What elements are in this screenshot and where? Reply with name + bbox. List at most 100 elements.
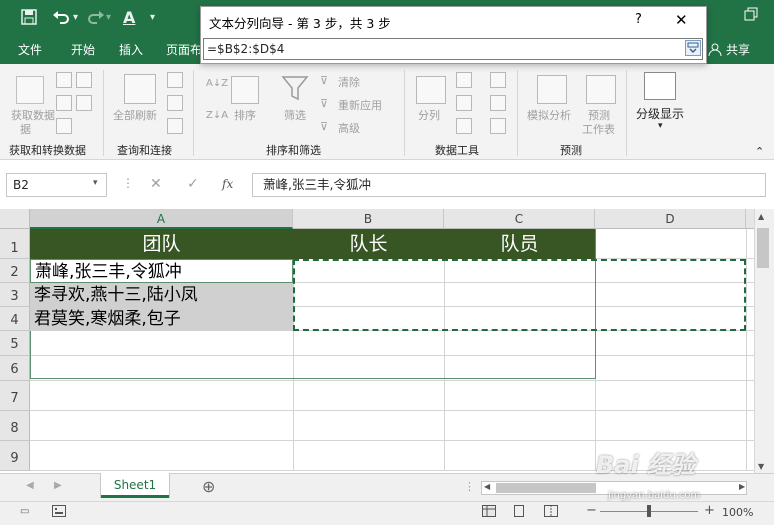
remove-duplicates-icon[interactable]	[456, 95, 472, 111]
queries-connections-icon[interactable]	[167, 72, 183, 88]
advanced-filter-icon[interactable]: ⊽	[320, 120, 328, 133]
clear-filter-icon[interactable]: ⊽	[320, 74, 328, 87]
share-icon[interactable]	[708, 42, 722, 60]
row-header-4[interactable]: 4	[0, 307, 30, 331]
horizontal-scroll-thumb[interactable]	[496, 483, 596, 493]
share-button[interactable]: 共享	[726, 42, 750, 58]
edit-links-icon[interactable]	[167, 118, 183, 134]
sort-descending-icon[interactable]: Z↓A	[206, 110, 228, 121]
scroll-up-icon[interactable]: ▲	[758, 212, 764, 221]
collapse-ribbon-icon[interactable]: ⌃	[755, 145, 764, 158]
tab-split-handle[interactable]: ⋮	[464, 480, 475, 493]
row-header-8[interactable]: 8	[0, 411, 30, 441]
from-text-icon[interactable]	[56, 72, 72, 88]
row-header-7[interactable]: 7	[0, 381, 30, 411]
qat-customize-icon[interactable]: ▾	[150, 8, 155, 28]
undo-icon[interactable]	[52, 8, 70, 31]
what-if-analysis-icon[interactable]	[537, 75, 567, 104]
text-to-columns-icon[interactable]	[416, 76, 446, 104]
cell-b1[interactable]: 队长	[293, 229, 444, 259]
filter-button[interactable]: 筛选	[284, 107, 306, 123]
what-if-analysis-button[interactable]: 模拟分析	[527, 107, 571, 123]
close-button[interactable]: ✕	[675, 11, 688, 29]
scroll-left-icon[interactable]: ◀	[484, 482, 490, 491]
flash-fill-icon[interactable]	[456, 72, 472, 88]
clear-button[interactable]: 清除	[338, 74, 360, 90]
outline-icon[interactable]	[644, 72, 676, 100]
zoom-slider-thumb[interactable]	[647, 505, 651, 517]
save-icon[interactable]	[21, 8, 37, 31]
cell-a4[interactable]: 君莫笑,寒烟柔,包子	[30, 307, 293, 331]
text-to-columns-button[interactable]: 分列	[418, 107, 440, 123]
cell-c1[interactable]: 队员	[444, 229, 595, 259]
tab-page-layout[interactable]: 页面布	[166, 42, 202, 58]
zoom-out-button[interactable]: −	[586, 503, 597, 518]
column-header-d[interactable]: D	[595, 209, 746, 229]
column-header-e[interactable]	[746, 209, 754, 229]
refresh-all-button[interactable]: 全部刷新	[113, 107, 157, 123]
restore-window-icon[interactable]	[743, 6, 759, 27]
zoom-level[interactable]: 100%	[722, 506, 753, 519]
name-box[interactable]: B2	[6, 173, 107, 197]
cell-a1[interactable]: 团队	[30, 229, 293, 259]
reapply-icon[interactable]: ⊽	[320, 97, 328, 110]
next-sheet-icon[interactable]: ▶	[54, 480, 62, 491]
cancel-icon[interactable]: ✕	[150, 176, 162, 192]
insert-function-icon[interactable]: fx	[222, 177, 233, 191]
formula-input[interactable]: 萧峰,张三丰,令狐冲	[252, 173, 766, 197]
forecast-sheet-icon[interactable]	[586, 75, 616, 104]
scroll-thumb[interactable]	[757, 228, 769, 268]
row-header-1[interactable]: 1	[0, 229, 30, 259]
macro-recording-icon[interactable]	[52, 505, 66, 520]
existing-connections-icon[interactable]	[56, 118, 72, 134]
from-web-icon[interactable]	[76, 72, 92, 88]
manage-data-model-icon[interactable]	[490, 118, 506, 134]
scroll-right-icon[interactable]: ▶	[739, 482, 745, 491]
consolidate-icon[interactable]	[490, 72, 506, 88]
outline-button[interactable]: 分级显示	[636, 105, 684, 122]
sort-ascending-icon[interactable]: A↓Z	[206, 78, 228, 89]
undo-dropdown-icon[interactable]: ▾	[73, 8, 78, 28]
page-break-view-icon[interactable]	[544, 505, 558, 520]
row-header-2[interactable]: 2	[0, 259, 30, 283]
cell-a3[interactable]: 李寻欢,燕十三,陆小凤	[30, 283, 293, 307]
scroll-down-icon[interactable]: ▼	[758, 462, 764, 471]
font-color-icon[interactable]: A	[123, 8, 135, 28]
row-header-9[interactable]: 9	[0, 441, 30, 471]
redo-icon[interactable]	[87, 8, 105, 31]
cell-a2[interactable]: 萧峰,张三丰,令狐冲	[30, 259, 293, 283]
column-header-a[interactable]: A	[30, 209, 293, 229]
expand-dialog-icon[interactable]	[685, 40, 701, 56]
properties-icon[interactable]	[167, 95, 183, 111]
tab-file[interactable]: 文件	[18, 42, 42, 58]
refresh-all-icon[interactable]	[124, 74, 156, 104]
column-header-b[interactable]: B	[293, 209, 444, 229]
filter-icon[interactable]	[281, 74, 309, 105]
advanced-button[interactable]: 高级	[338, 120, 360, 136]
select-all-corner[interactable]	[0, 209, 30, 229]
sort-icon[interactable]	[231, 76, 259, 104]
prev-sheet-icon[interactable]: ◀	[26, 480, 34, 491]
row-header-5[interactable]: 5	[0, 331, 30, 356]
get-data-icon[interactable]	[16, 76, 44, 104]
zoom-in-button[interactable]: +	[704, 503, 715, 518]
row-header-3[interactable]: 3	[0, 283, 30, 307]
tab-insert[interactable]: 插入	[119, 42, 143, 58]
data-validation-icon[interactable]	[456, 118, 472, 134]
redo-dropdown-icon[interactable]: ▾	[106, 8, 111, 28]
normal-view-icon[interactable]	[482, 505, 496, 520]
add-sheet-icon[interactable]: ⊕	[202, 477, 215, 496]
recent-sources-icon[interactable]	[76, 95, 92, 111]
outline-dropdown-icon[interactable]: ▾	[658, 121, 663, 131]
column-header-c[interactable]: C	[444, 209, 595, 229]
row-header-6[interactable]: 6	[0, 356, 30, 381]
sheet-tab-sheet1[interactable]: Sheet1	[101, 473, 169, 498]
tab-home[interactable]: 开始	[71, 42, 95, 58]
enter-icon[interactable]: ✓	[187, 176, 199, 192]
name-box-dropdown-icon[interactable]: ▾	[93, 178, 98, 188]
sort-button[interactable]: 排序	[234, 107, 256, 123]
page-layout-view-icon[interactable]	[512, 505, 526, 520]
help-button[interactable]: ?	[635, 12, 642, 27]
relationships-icon[interactable]	[490, 95, 506, 111]
from-table-icon[interactable]	[56, 95, 72, 111]
